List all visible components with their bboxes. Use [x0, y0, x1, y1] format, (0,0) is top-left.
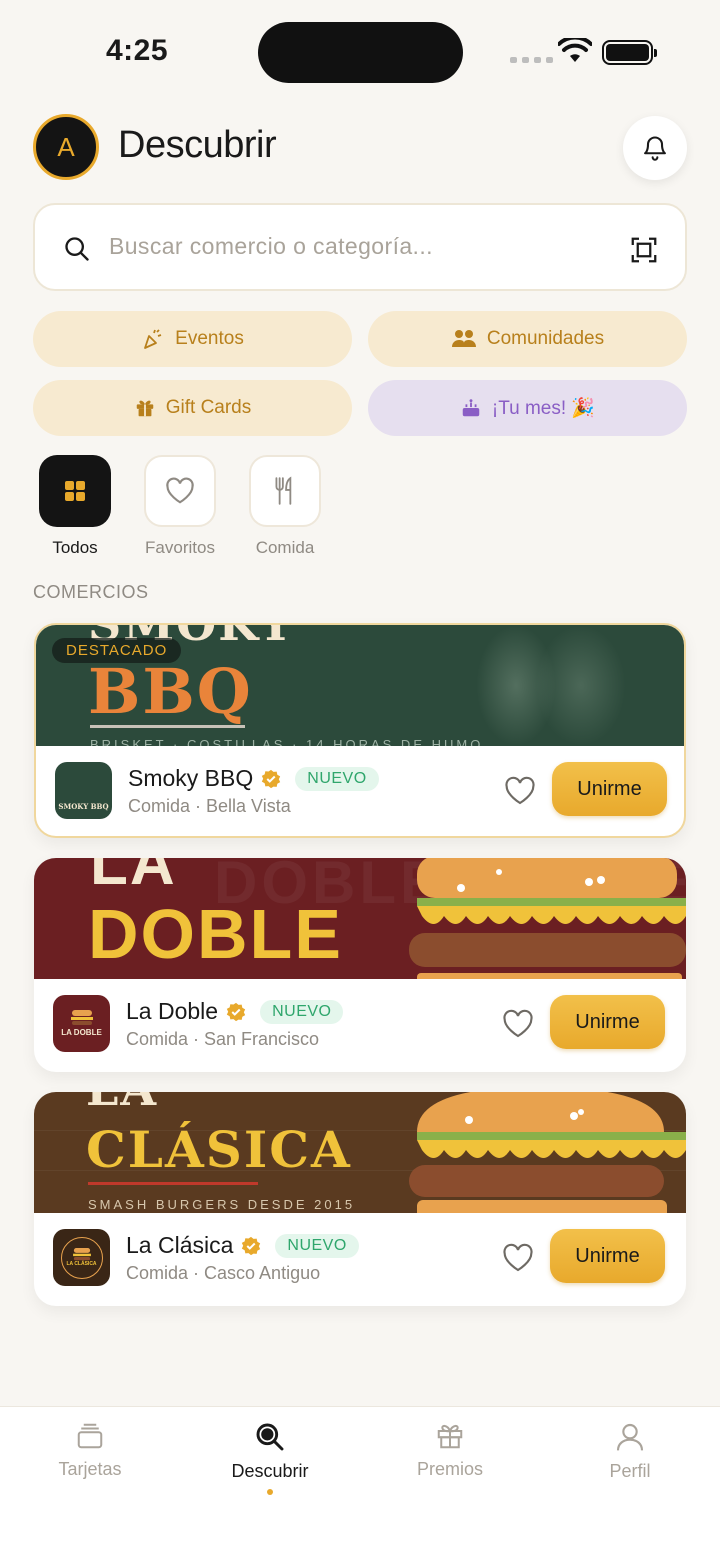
events-button[interactable]: Eventos — [33, 311, 352, 367]
featured-badge: DESTACADO — [52, 638, 182, 663]
verified-icon — [226, 1002, 246, 1021]
section-title: COMERCIOS — [33, 582, 149, 602]
merchant-logo: LA CLÁSICA — [53, 1229, 110, 1286]
wifi-icon — [558, 38, 592, 62]
merchant-name: La Doble NUEVO — [126, 998, 344, 1025]
merchant-subtitle: Comida · Casco Antiguo — [126, 1263, 321, 1283]
merchant-card-la-doble[interactable]: DOBLE DOBLE LA DOBLE LA DOBLE La Doble N… — [34, 858, 686, 1072]
birthday-month-button[interactable]: ¡Tu mes! 🎉 — [368, 380, 687, 436]
new-badge: NUEVO — [295, 766, 379, 791]
gift-cards-button[interactable]: Gift Cards — [33, 380, 352, 436]
scan-icon[interactable] — [629, 235, 659, 265]
banner-big-text: DOBLE — [88, 895, 343, 973]
category-comida[interactable] — [249, 455, 321, 527]
new-badge: NUEVO — [260, 999, 344, 1024]
merchant-logo: LA DOBLE — [53, 995, 110, 1052]
join-button[interactable]: Unirme — [552, 762, 667, 816]
search-bar[interactable]: Buscar comercio o categoría... — [33, 203, 687, 291]
favorite-heart-icon[interactable] — [502, 1243, 534, 1273]
notifications-button[interactable] — [623, 116, 687, 180]
active-tab-indicator — [267, 1489, 273, 1495]
cards-icon — [77, 1423, 103, 1449]
merchant-logo: SMOKY BBQ — [55, 762, 112, 819]
avatar[interactable]: A — [33, 114, 99, 180]
bell-icon — [644, 136, 666, 161]
merchant-subtitle: Comida · San Francisco — [126, 1029, 320, 1049]
merchant-banner: SMOKY BBQ BRISKET · COSTILLAS · 14 HORAS… — [36, 625, 684, 746]
tab-premios[interactable]: Premios — [370, 1421, 530, 1480]
category-comida-label: Comida — [255, 538, 315, 557]
category-todos[interactable] — [39, 455, 111, 527]
merchant-name: La Clásica NUEVO — [126, 1232, 359, 1259]
banner-tagline: BRISKET · COSTILLAS · 14 HORAS DE HUMO — [90, 737, 484, 746]
tab-tarjetas[interactable]: Tarjetas — [10, 1421, 170, 1480]
search-icon — [256, 1423, 284, 1451]
banner-top-text: LA — [90, 858, 177, 898]
merchant-card-la-clasica[interactable]: LA CLÁSICA SMASH BURGERS DESDE 2015 LA C… — [34, 1092, 686, 1306]
burger-illustration — [409, 858, 686, 979]
heart-icon — [166, 477, 194, 504]
category-todos-label: Todos — [52, 538, 98, 557]
gift-icon — [136, 400, 153, 417]
page-title: Descubrir — [118, 124, 277, 166]
smoke-decoration — [536, 625, 626, 746]
community-icon — [451, 330, 476, 347]
burger-illustration — [409, 1092, 686, 1213]
utensils-icon — [275, 476, 292, 505]
cake-icon — [462, 399, 480, 417]
tab-bar: Tarjetas Descubrir Premios Perfil — [0, 1406, 720, 1564]
merchant-subtitle: Comida · Bella Vista — [128, 796, 291, 816]
banner-top-text: LA — [86, 1092, 158, 1116]
party-popper-icon — [144, 329, 162, 349]
gift-cards-label: Gift Cards — [165, 397, 252, 418]
gift-icon — [437, 1424, 463, 1449]
banner-tagline: SMASH BURGERS DESDE 2015 — [88, 1197, 356, 1212]
favorite-heart-icon[interactable] — [504, 776, 536, 806]
new-badge: NUEVO — [275, 1233, 359, 1258]
birthday-month-label: ¡Tu mes! 🎉 — [491, 398, 596, 419]
search-input[interactable]: Buscar comercio o categoría... — [109, 233, 433, 260]
communities-button[interactable]: Comunidades — [368, 311, 687, 367]
merchant-banner: LA CLÁSICA SMASH BURGERS DESDE 2015 — [34, 1092, 686, 1213]
user-icon — [616, 1423, 644, 1451]
banner-big-text: CLÁSICA — [86, 1120, 352, 1179]
join-button[interactable]: Unirme — [550, 995, 665, 1049]
favorite-heart-icon[interactable] — [502, 1009, 534, 1039]
battery-icon — [602, 40, 657, 65]
search-icon — [65, 237, 89, 261]
communities-label: Comunidades — [486, 328, 605, 349]
verified-icon — [242, 1236, 261, 1255]
dynamic-island — [258, 22, 463, 83]
cellular-signal-icon — [510, 57, 553, 63]
category-favoritos-label: Favoritos — [145, 538, 215, 557]
grid-icon — [65, 481, 85, 501]
category-favoritos[interactable] — [144, 455, 216, 527]
tab-descubrir[interactable]: Descubrir — [190, 1421, 350, 1482]
join-button[interactable]: Unirme — [550, 1229, 665, 1283]
tab-perfil[interactable]: Perfil — [550, 1421, 710, 1482]
status-time: 4:25 — [106, 34, 169, 67]
verified-icon — [262, 769, 281, 788]
merchant-card-smoky-bbq[interactable]: SMOKY BBQ BRISKET · COSTILLAS · 14 HORAS… — [34, 623, 686, 838]
merchant-banner: DOBLE DOBLE LA DOBLE — [34, 858, 686, 979]
merchant-name: Smoky BBQ NUEVO — [128, 765, 379, 792]
banner-big-text: BBQ — [88, 655, 253, 728]
events-label: Eventos — [175, 328, 244, 349]
